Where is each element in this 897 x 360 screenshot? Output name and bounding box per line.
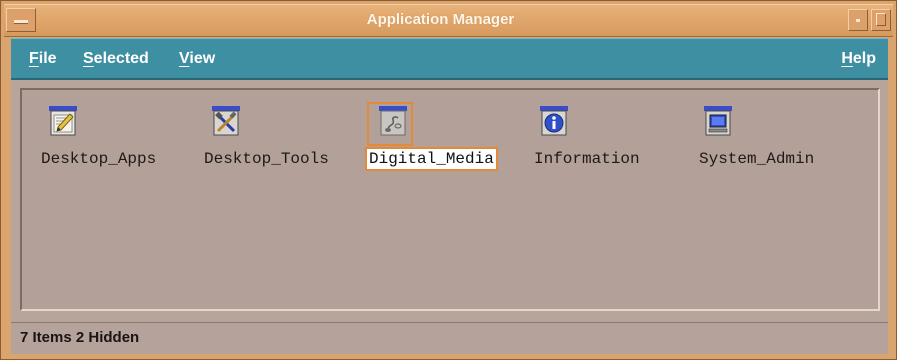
menu-selected-label: elected xyxy=(93,50,149,67)
window-frame: File Selected View Help Desktop_Apps Des… xyxy=(11,38,888,354)
app-group-system-admin[interactable]: System_Admin xyxy=(697,106,857,176)
app-group-desktop-apps[interactable]: Desktop_Apps xyxy=(39,106,199,176)
app-group-information[interactable]: Information xyxy=(532,106,692,176)
menu-selected[interactable]: Selected xyxy=(83,39,149,79)
menu-help-mnemonic: H xyxy=(841,50,853,67)
info-icon xyxy=(540,106,568,136)
minimize-icon xyxy=(856,19,860,22)
monitor-icon xyxy=(704,106,732,136)
menu-bar: File Selected View Help xyxy=(11,38,888,80)
application-icon-view[interactable]: Desktop_Apps Desktop_Tools Digital_Media… xyxy=(20,88,880,311)
minimize-button[interactable] xyxy=(848,9,868,31)
menu-file-label: ile xyxy=(38,50,57,67)
menu-file-mnemonic: F xyxy=(29,50,39,67)
application-manager-window: Application Manager File Selected View H… xyxy=(0,0,897,360)
window-menu-button[interactable] xyxy=(6,8,36,32)
app-group-digital-media[interactable]: Digital_Media xyxy=(365,102,527,176)
edit-pencil-icon xyxy=(49,106,77,136)
status-bar: 7 Items 2 Hidden xyxy=(11,322,888,354)
app-group-desktop-tools[interactable]: Desktop_Tools xyxy=(202,106,362,176)
app-group-label: System_Admin xyxy=(699,150,815,168)
menu-view[interactable]: View xyxy=(179,39,215,79)
tools-icon xyxy=(212,106,240,136)
menu-help-label: elp xyxy=(852,50,876,67)
app-group-label: Digital_Media xyxy=(365,147,498,171)
app-group-label: Desktop_Tools xyxy=(204,150,329,168)
window-menu-icon xyxy=(14,20,28,24)
menu-help[interactable]: Help xyxy=(841,39,876,79)
app-group-label: Desktop_Apps xyxy=(41,150,157,168)
window-title: Application Manager xyxy=(366,11,515,28)
status-text: 7 Items 2 Hidden xyxy=(20,329,140,346)
maximize-button[interactable] xyxy=(871,9,891,31)
menu-file[interactable]: File xyxy=(29,39,57,79)
app-group-label: Information xyxy=(534,150,640,168)
title-bar[interactable]: Application Manager xyxy=(4,4,893,37)
media-icon xyxy=(379,106,407,136)
maximize-icon xyxy=(876,13,886,26)
menu-view-mnemonic: V xyxy=(179,50,190,67)
menu-view-label: iew xyxy=(189,50,216,67)
menu-selected-mnemonic: S xyxy=(83,50,94,67)
